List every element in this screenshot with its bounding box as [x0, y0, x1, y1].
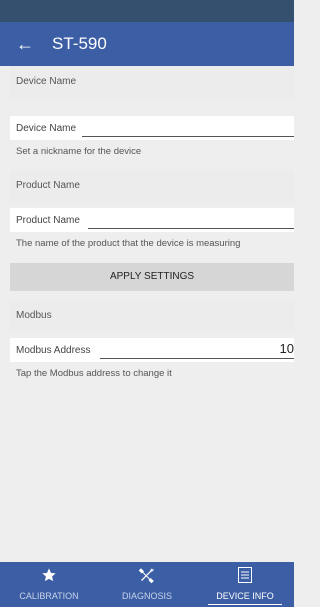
device-name-hint: Set a nickname for the device — [16, 146, 142, 157]
status-bar — [0, 0, 294, 22]
app-bar: ← ST-590 — [0, 22, 294, 66]
document-icon — [196, 562, 294, 588]
modbus-address-hint: Tap the Modbus address to change it — [16, 368, 172, 379]
settings-content: Device Name Device Name Set a nickname f… — [0, 66, 294, 562]
product-name-section: Product Name — [10, 170, 294, 202]
modbus-address-field[interactable]: Modbus Address 10 — [10, 338, 294, 362]
apply-settings-button[interactable]: APPLY SETTINGS — [10, 263, 294, 291]
input-underline — [88, 228, 294, 229]
nav-label: DEVICE INFO — [216, 591, 274, 601]
field-label: Modbus Address — [16, 345, 91, 356]
product-name-hint: The name of the product that the device … — [16, 238, 241, 249]
nav-device-info[interactable]: DEVICE INFO — [196, 562, 294, 607]
device-name-field[interactable]: Device Name — [10, 116, 294, 140]
modbus-section: Modbus — [10, 300, 294, 332]
nav-diagnosis[interactable]: DIAGNOSIS — [98, 562, 196, 607]
device-name-section: Device Name — [10, 66, 294, 98]
modbus-address-input[interactable]: 10 — [280, 341, 294, 356]
section-header: Modbus — [10, 300, 294, 332]
tools-icon — [98, 562, 196, 588]
section-header: Device Name — [10, 66, 294, 98]
bottom-navigation: CALIBRATION DIAGNOSIS DEVICE INFO — [0, 562, 294, 607]
nav-label: CALIBRATION — [19, 591, 79, 601]
field-label: Device Name — [16, 123, 77, 134]
section-header: Product Name — [10, 170, 294, 202]
active-tab-indicator — [208, 604, 282, 605]
star-icon — [0, 562, 98, 588]
nav-calibration[interactable]: CALIBRATION — [0, 562, 98, 607]
page-title: ST-590 — [52, 34, 107, 53]
product-name-field[interactable]: Product Name — [10, 208, 294, 232]
input-underline — [82, 136, 294, 137]
field-label: Product Name — [16, 215, 80, 226]
input-underline — [100, 358, 294, 359]
back-arrow-icon[interactable]: ← — [0, 22, 44, 66]
nav-label: DIAGNOSIS — [121, 591, 172, 601]
